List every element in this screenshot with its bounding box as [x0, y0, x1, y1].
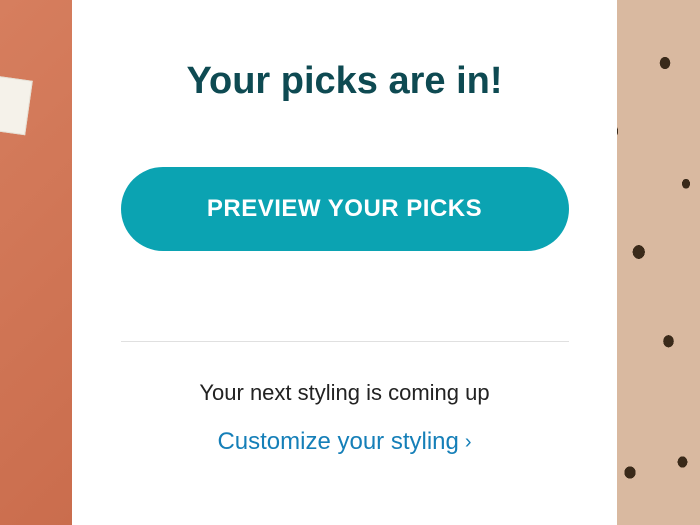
- divider: [121, 341, 569, 342]
- chevron-right-icon: ›: [465, 432, 472, 452]
- customize-styling-link[interactable]: Customize your styling ›: [217, 428, 471, 456]
- preview-picks-button[interactable]: PREVIEW YOUR PICKS: [121, 167, 569, 251]
- customize-styling-link-label: Customize your styling: [217, 428, 458, 456]
- card-title: Your picks are in!: [186, 60, 502, 103]
- picks-card: Your picks are in! PREVIEW YOUR PICKS Yo…: [72, 0, 617, 525]
- next-styling-text: Your next styling is coming up: [199, 380, 489, 406]
